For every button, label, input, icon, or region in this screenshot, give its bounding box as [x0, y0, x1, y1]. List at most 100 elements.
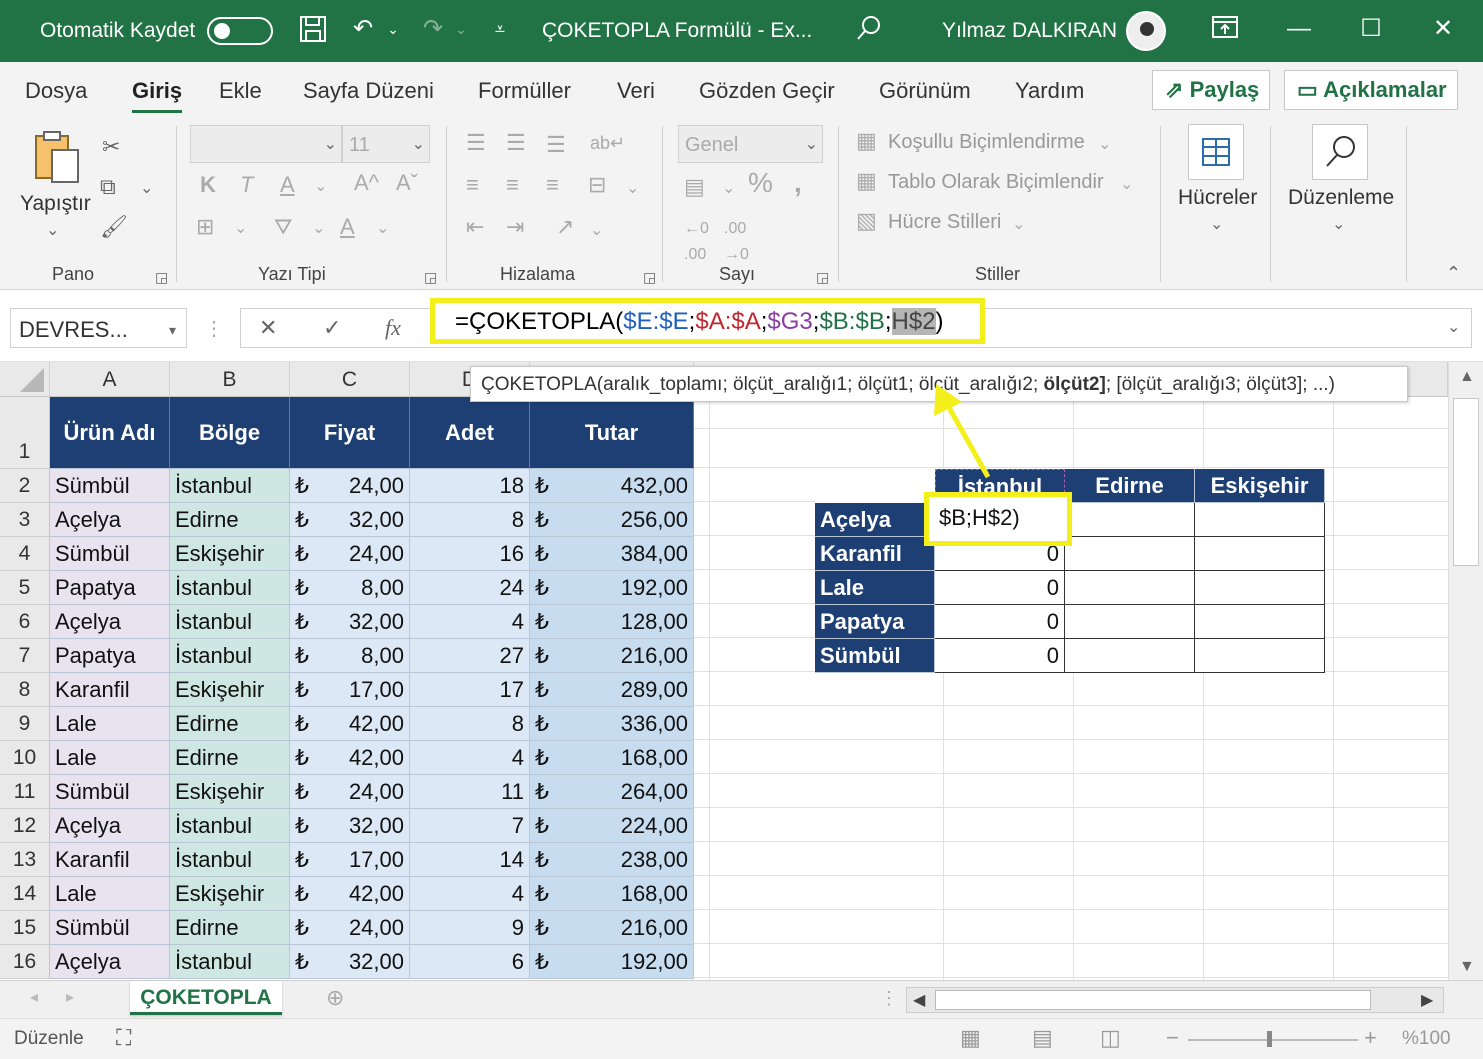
summary-row-label[interactable]: Papatya [815, 605, 935, 639]
cell-qty[interactable]: 18 [410, 469, 530, 503]
cell-product[interactable]: Açelya [50, 945, 170, 979]
save-icon[interactable] [298, 14, 328, 52]
percent-icon[interactable]: % [748, 169, 773, 197]
summary-row-label[interactable]: Açelya [815, 503, 935, 537]
underline-dropdown-icon[interactable]: ⌄ [314, 174, 327, 200]
cell-qty[interactable]: 8 [410, 503, 530, 537]
minimize-icon[interactable]: — [1286, 14, 1312, 44]
row-header[interactable]: 7 [0, 639, 50, 673]
zoom-slider-thumb[interactable] [1267, 1031, 1272, 1047]
row-header[interactable]: 10 [0, 741, 50, 775]
summary-cell[interactable] [1195, 537, 1325, 571]
cells-icon[interactable] [1188, 124, 1244, 180]
orientation-icon[interactable]: ↗ [556, 214, 574, 240]
comma-style-icon[interactable]: , [794, 169, 802, 197]
cell-price[interactable]: ₺ 8,00 [290, 639, 410, 673]
summary-row-label[interactable]: Karanfil [815, 537, 935, 571]
cell-qty[interactable]: 6 [410, 945, 530, 979]
normal-view-icon[interactable]: ▦ [960, 1025, 981, 1051]
summary-row-label[interactable]: Sümbül [815, 639, 935, 673]
cell-price[interactable]: ₺ 24,00 [290, 537, 410, 571]
font-size-combo[interactable]: 11 ⌄ [342, 125, 430, 163]
summary-cell[interactable]: 0 [935, 571, 1065, 605]
tab-giris[interactable]: Giriş [132, 78, 183, 113]
cell-total[interactable]: ₺ 432,00 [530, 469, 694, 503]
summary-cell[interactable]: 0 [935, 639, 1065, 673]
row-header[interactable]: 3 [0, 503, 50, 537]
summary-cell[interactable] [1195, 503, 1325, 537]
font-color-icon[interactable]: A [340, 214, 355, 240]
paste-label[interactable]: Yapıştır [20, 192, 91, 216]
summary-cell[interactable] [1195, 605, 1325, 639]
conditional-format-dropdown-icon[interactable]: ⌄ [1098, 132, 1111, 158]
cell-qty[interactable]: 16 [410, 537, 530, 571]
column-header-b[interactable]: B [170, 362, 290, 397]
formula-text[interactable]: =ÇOKETOPLA($E:$E;$A:$A;$G3;$B:$B;H$2) [430, 298, 985, 344]
accounting-format-icon[interactable]: ▤ [684, 174, 705, 200]
customize-qat-icon[interactable]: ⩡ [488, 14, 512, 44]
cell-price[interactable]: ₺ 42,00 [290, 877, 410, 911]
editing-dropdown-icon[interactable]: ⌄ [1332, 212, 1345, 238]
cell-region[interactable]: Edirne [170, 503, 290, 537]
cell-product[interactable]: Papatya [50, 639, 170, 673]
collapse-ribbon-icon[interactable]: ⌃ [1446, 260, 1461, 286]
tab-yardim[interactable]: Yardım [1015, 78, 1084, 104]
cell-total[interactable]: ₺ 128,00 [530, 605, 694, 639]
alignment-launcher-icon[interactable]: ◲ [643, 264, 656, 290]
cell-styles-dropdown-icon[interactable]: ⌄ [1012, 212, 1025, 238]
cell-price[interactable]: ₺ 24,00 [290, 911, 410, 945]
cell-region[interactable]: İstanbul [170, 469, 290, 503]
tab-splitter-icon[interactable]: ⋮ [880, 985, 898, 1011]
cell-qty[interactable]: 24 [410, 571, 530, 605]
cell-qty[interactable]: 4 [410, 605, 530, 639]
cell-region[interactable]: Eskişehir [170, 673, 290, 707]
cell-region[interactable]: Eskişehir [170, 775, 290, 809]
accessibility-icon[interactable]: ⛶ [116, 1025, 131, 1051]
column-header-a[interactable]: A [50, 362, 170, 397]
header-adet[interactable]: Adet [410, 397, 530, 469]
bold-icon[interactable]: K [200, 172, 216, 198]
cell-total[interactable]: ₺ 384,00 [530, 537, 694, 571]
align-middle-icon[interactable]: ☰ [506, 130, 526, 156]
enter-icon[interactable]: ✓ [323, 315, 341, 341]
fill-color-icon[interactable]: ⛛ [274, 214, 292, 240]
italic-icon[interactable]: T [240, 172, 253, 198]
tab-gozden-gecir[interactable]: Gözden Geçir [699, 78, 835, 104]
maximize-icon[interactable]: ☐ [1358, 14, 1384, 44]
cell-total[interactable]: ₺ 216,00 [530, 911, 694, 945]
increase-decimal-icon[interactable]: ←0.00 [684, 216, 709, 268]
share-button[interactable]: ⇗ Paylaş [1152, 70, 1270, 110]
cell-total[interactable]: ₺ 192,00 [530, 945, 694, 979]
prev-sheet-icon[interactable]: ◂ [30, 985, 38, 1011]
cell-total[interactable]: ₺ 289,00 [530, 673, 694, 707]
orientation-dropdown-icon[interactable]: ⌄ [590, 218, 603, 244]
cell-price[interactable]: ₺ 32,00 [290, 945, 410, 979]
cell-price[interactable]: ₺ 8,00 [290, 571, 410, 605]
horizontal-scrollbar[interactable]: ◀ ▶ [906, 987, 1444, 1013]
cell-region[interactable]: Edirne [170, 707, 290, 741]
header-fiyat[interactable]: Fiyat [290, 397, 410, 469]
summary-row-label[interactable]: Lale [815, 571, 935, 605]
cell-product[interactable]: Sümbül [50, 537, 170, 571]
sheet-tab-coketopla[interactable]: ÇOKETOPLA [130, 981, 282, 1015]
summary-cell[interactable] [1065, 571, 1195, 605]
summary-cell[interactable] [1065, 503, 1195, 537]
cell-product[interactable]: Sümbül [50, 469, 170, 503]
redo-icon[interactable]: ↷ [416, 14, 450, 44]
row-header-1[interactable]: 1 [0, 397, 50, 469]
summary-header-eskisehir[interactable]: Eskişehir [1195, 469, 1325, 503]
cell-qty[interactable]: 8 [410, 707, 530, 741]
merge-center-icon[interactable]: ⊟ [588, 172, 606, 198]
cell-total[interactable]: ₺ 238,00 [530, 843, 694, 877]
expand-formula-icon[interactable]: ⌄ [1447, 315, 1460, 341]
cell-qty[interactable]: 9 [410, 911, 530, 945]
more-options-icon[interactable]: ⋮ [204, 316, 224, 342]
select-all-corner[interactable] [0, 362, 50, 397]
font-name-combo[interactable]: ⌄ [190, 125, 342, 163]
cell-price[interactable]: ₺ 24,00 [290, 775, 410, 809]
cell-total[interactable]: ₺ 336,00 [530, 707, 694, 741]
row-header[interactable]: 4 [0, 537, 50, 571]
undo-dropdown-icon[interactable]: ⌄ [384, 14, 402, 44]
decrease-decimal-icon[interactable]: .00 →0 [724, 216, 749, 268]
cell-product[interactable]: Papatya [50, 571, 170, 605]
